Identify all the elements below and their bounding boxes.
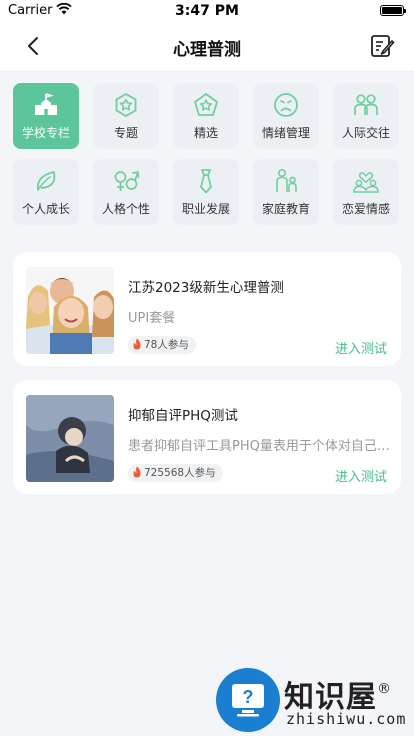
category-love[interactable]: 恋爱情感 bbox=[333, 159, 399, 225]
test-title: 江苏2023级新生心理普测 bbox=[128, 280, 284, 296]
participants-count: 725568人参与 bbox=[144, 467, 216, 479]
test-thumbnail-sad-child-painting bbox=[26, 395, 114, 482]
gender-icon bbox=[114, 171, 140, 191]
category-label: 情绪管理 bbox=[261, 126, 310, 140]
watermark-domain: zhishiwu.com bbox=[286, 710, 407, 728]
category-label: 人格个性 bbox=[101, 202, 150, 216]
people-icon bbox=[354, 94, 378, 115]
category-school[interactable]: 学校专栏 bbox=[13, 83, 79, 149]
status-bar: Carrier 3:47 PM bbox=[0, 0, 414, 22]
category-label: 精选 bbox=[193, 126, 218, 140]
category-personality[interactable]: 人格个性 bbox=[93, 159, 159, 225]
test-thumbnail-group-photo bbox=[26, 267, 114, 354]
category-label: 人际交往 bbox=[341, 126, 390, 140]
svg-text:?: ? bbox=[243, 687, 254, 707]
category-label: 恋爱情感 bbox=[341, 202, 390, 216]
enter-test-button[interactable]: 进入测试 bbox=[335, 466, 387, 485]
category-featured[interactable]: 精选 bbox=[173, 83, 239, 149]
couple-heart-icon bbox=[353, 172, 379, 193]
school-icon bbox=[35, 93, 57, 115]
category-growth[interactable]: 个人成长 bbox=[13, 159, 79, 225]
enter-test-button[interactable]: 进入测试 bbox=[335, 338, 387, 357]
test-subtitle: UPI套餐 bbox=[128, 311, 176, 326]
clock: 3:47 PM bbox=[175, 3, 239, 19]
tie-icon bbox=[200, 169, 212, 194]
category-emotion[interactable]: 情绪管理 bbox=[253, 83, 319, 149]
page-title: 心理普测 bbox=[173, 40, 241, 60]
test-card[interactable]: 江苏2023级新生心理普测 UPI套餐 78人参与 进入测试 bbox=[13, 252, 401, 366]
category-career[interactable]: 职业发展 bbox=[173, 159, 239, 225]
test-card[interactable]: 抑郁自评PHQ测试 患者抑郁自评工具PHQ量表用于个体对自己抑郁程度的评估 72… bbox=[13, 380, 401, 494]
category-social[interactable]: 人际交往 bbox=[333, 83, 399, 149]
category-label: 个人成长 bbox=[21, 202, 70, 216]
participants-badge: 725568人参与 bbox=[128, 464, 223, 482]
category-label: 职业发展 bbox=[181, 202, 230, 216]
category-label: 学校专栏 bbox=[21, 126, 70, 140]
edit-note-icon[interactable] bbox=[368, 32, 396, 60]
pentagon-star-icon bbox=[194, 93, 218, 116]
leaf-icon bbox=[36, 171, 56, 191]
battery-icon bbox=[380, 5, 406, 16]
category-label: 专题 bbox=[113, 126, 138, 140]
test-subtitle: 患者抑郁自评工具PHQ量表用于个体对自己抑郁程度的评估 bbox=[128, 439, 390, 454]
category-family[interactable]: 家庭教育 bbox=[253, 159, 319, 225]
fire-icon bbox=[133, 466, 141, 478]
nav-bar: 心理普测 bbox=[0, 22, 414, 70]
participants-count: 78人参与 bbox=[144, 339, 189, 351]
category-topics[interactable]: 专题 bbox=[93, 83, 159, 149]
participants-badge: 78人参与 bbox=[128, 336, 196, 354]
hexagon-star-icon bbox=[115, 93, 137, 117]
fire-icon bbox=[133, 338, 141, 350]
category-label: 家庭教育 bbox=[261, 202, 310, 216]
test-title: 抑郁自评PHQ测试 bbox=[128, 408, 238, 424]
watermark-logo: ? bbox=[216, 668, 280, 732]
sad-face-icon bbox=[274, 93, 298, 117]
family-icon bbox=[276, 168, 297, 192]
help-screen-icon: ? bbox=[232, 684, 264, 717]
